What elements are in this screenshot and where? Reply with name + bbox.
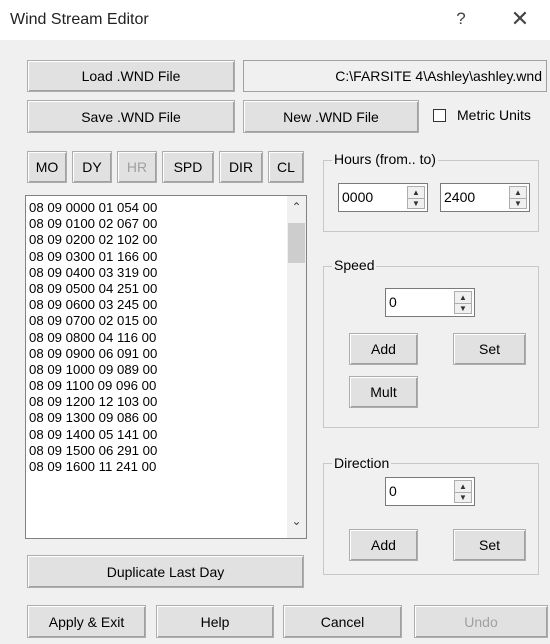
hours-from-value[interactable]: 0000 xyxy=(342,189,373,205)
hours-from-arrows[interactable]: ▲ ▼ xyxy=(407,186,425,209)
direction-set-button[interactable]: Set xyxy=(453,529,526,561)
speed-group-label: Speed xyxy=(332,257,377,273)
list-item[interactable]: 08 09 0300 01 166 00 xyxy=(29,249,279,265)
list-item[interactable]: 08 09 0500 04 251 00 xyxy=(29,281,279,297)
direction-arrows[interactable]: ▲ ▼ xyxy=(454,480,472,503)
scroll-thumb[interactable] xyxy=(288,223,305,263)
list-item[interactable]: 08 09 0900 06 091 00 xyxy=(29,346,279,362)
column-button-cl[interactable]: CL xyxy=(268,151,304,183)
spin-down-icon[interactable]: ▼ xyxy=(408,198,424,209)
direction-add-button[interactable]: Add xyxy=(349,529,418,561)
list-item[interactable]: 08 09 1300 09 086 00 xyxy=(29,410,279,426)
column-button-dir[interactable]: DIR xyxy=(219,151,263,183)
list-item[interactable]: 08 09 1100 09 096 00 xyxy=(29,378,279,394)
list-item[interactable]: 08 09 0800 04 116 00 xyxy=(29,330,279,346)
new-wnd-button[interactable]: New .WND File xyxy=(243,100,419,133)
file-path-display: C:\FARSITE 4\Ashley\ashley.wnd xyxy=(243,60,547,92)
spin-down-icon[interactable]: ▼ xyxy=(455,492,471,503)
column-button-dy[interactable]: DY xyxy=(72,151,112,183)
hours-to-arrows[interactable]: ▲ ▼ xyxy=(509,186,527,209)
list-item[interactable]: 08 09 1000 09 089 00 xyxy=(29,362,279,378)
spin-down-icon[interactable]: ▼ xyxy=(455,303,471,314)
duplicate-last-day-button[interactable]: Duplicate Last Day xyxy=(27,555,304,588)
list-item[interactable]: 08 09 0000 01 054 00 xyxy=(29,200,279,216)
list-item[interactable]: 08 09 0400 03 319 00 xyxy=(29,265,279,281)
direction-spinner[interactable]: 0 ▲ ▼ xyxy=(385,477,475,506)
metric-units-checkbox[interactable] xyxy=(433,109,446,122)
apply-exit-button[interactable]: Apply & Exit xyxy=(27,605,146,638)
speed-value[interactable]: 0 xyxy=(389,294,397,310)
close-icon[interactable]: ✕ xyxy=(505,6,535,34)
scroll-down-icon[interactable]: ⌄ xyxy=(287,514,306,534)
hours-to-spinner[interactable]: 2400 ▲ ▼ xyxy=(440,183,530,212)
speed-arrows[interactable]: ▲ ▼ xyxy=(454,291,472,314)
list-item[interactable]: 08 09 1500 06 291 00 xyxy=(29,443,279,459)
help-button[interactable]: Help xyxy=(156,605,274,638)
hours-group-label: Hours (from.. to) xyxy=(332,151,438,167)
hours-from-spinner[interactable]: 0000 ▲ ▼ xyxy=(338,183,428,212)
speed-set-button[interactable]: Set xyxy=(453,333,526,365)
direction-value[interactable]: 0 xyxy=(389,483,397,499)
list-item[interactable]: 08 09 0700 02 015 00 xyxy=(29,313,279,329)
list-scrollbar[interactable]: ⌃ ⌄ xyxy=(287,196,306,538)
direction-group-label: Direction xyxy=(332,455,392,471)
window-title: Wind Stream Editor xyxy=(10,11,149,28)
list-item[interactable]: 08 09 1400 05 141 00 xyxy=(29,427,279,443)
wind-data-rows: 08 09 0000 01 054 00 08 09 0100 02 067 00… xyxy=(29,200,279,475)
column-button-mo[interactable]: MO xyxy=(27,151,67,183)
save-wnd-button[interactable]: Save .WND File xyxy=(27,100,235,133)
spin-down-icon[interactable]: ▼ xyxy=(510,198,526,209)
undo-button: Undo xyxy=(414,605,548,638)
help-icon[interactable]: ? xyxy=(446,9,476,33)
metric-units-label[interactable]: Metric Units xyxy=(457,107,531,123)
wind-stream-editor-dialog: Wind Stream Editor ? ✕ Load .WND File C:… xyxy=(0,0,550,644)
wind-data-list[interactable]: 08 09 0000 01 054 00 08 09 0100 02 067 00… xyxy=(25,195,307,539)
list-item[interactable]: 08 09 1200 12 103 00 xyxy=(29,394,279,410)
list-item[interactable]: 08 09 0200 02 102 00 xyxy=(29,232,279,248)
speed-spinner[interactable]: 0 ▲ ▼ xyxy=(385,288,475,317)
scroll-up-icon[interactable]: ⌃ xyxy=(287,200,306,220)
column-button-spd[interactable]: SPD xyxy=(162,151,214,183)
file-path-text: C:\FARSITE 4\Ashley\ashley.wnd xyxy=(335,68,542,84)
list-item[interactable]: 08 09 1600 11 241 00 xyxy=(29,459,279,475)
load-wnd-button[interactable]: Load .WND File xyxy=(27,60,235,92)
list-item[interactable]: 08 09 0600 03 245 00 xyxy=(29,297,279,313)
speed-mult-button[interactable]: Mult xyxy=(349,376,418,408)
column-button-hr: HR xyxy=(117,151,157,183)
hours-to-value[interactable]: 2400 xyxy=(444,189,475,205)
cancel-button[interactable]: Cancel xyxy=(283,605,402,638)
list-item[interactable]: 08 09 0100 02 067 00 xyxy=(29,216,279,232)
speed-add-button[interactable]: Add xyxy=(349,333,418,365)
title-bar: Wind Stream Editor ? ✕ xyxy=(0,0,550,40)
